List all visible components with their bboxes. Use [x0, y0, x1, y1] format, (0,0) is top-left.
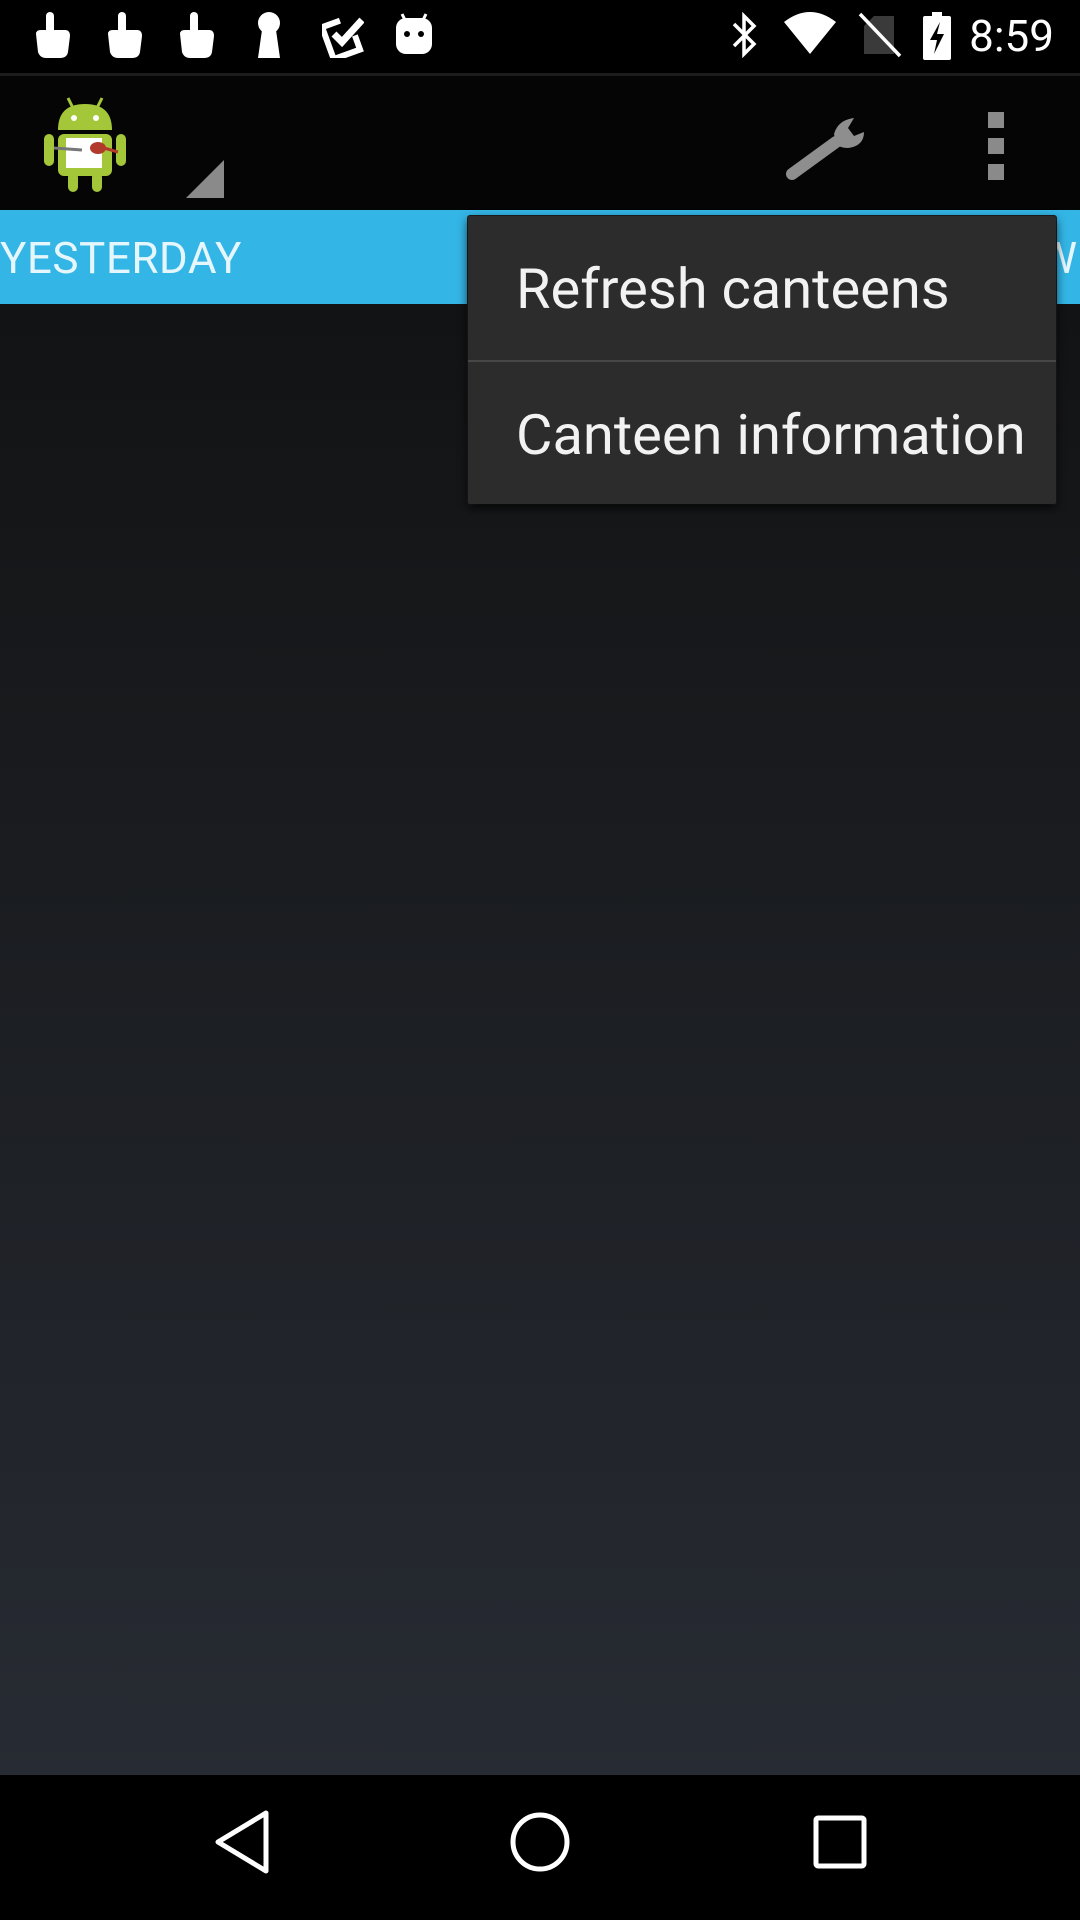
tab-next-partial[interactable]: W — [1056, 230, 1080, 286]
overflow-menu-icon[interactable] — [982, 112, 1010, 180]
bluetooth-icon — [732, 12, 757, 58]
menu-item-refresh-canteens[interactable]: Refresh canteens — [468, 216, 1056, 360]
spinner-triangle-icon[interactable] — [186, 160, 224, 198]
home-icon[interactable] — [508, 1809, 572, 1875]
wifi-icon — [784, 12, 836, 54]
action-bar — [0, 76, 1080, 210]
recents-icon[interactable] — [812, 1809, 868, 1875]
navigation-bar — [0, 1775, 1080, 1920]
checkbox-icon — [322, 17, 364, 58]
app-logo-icon[interactable] — [40, 94, 130, 194]
content-area — [0, 304, 1080, 1775]
no-sim-icon — [858, 12, 902, 58]
android-face-icon — [396, 13, 432, 54]
tab-next-partial-label: W — [1056, 232, 1078, 284]
status-bar: 8:59 — [0, 0, 1080, 73]
menu-item-label: Refresh canteens — [516, 256, 950, 322]
menu-item-canteen-information[interactable]: Canteen information — [468, 362, 1056, 506]
menu-item-label: Canteen information — [516, 402, 1026, 468]
touch-icon — [108, 12, 142, 58]
touch-icon — [36, 12, 70, 58]
touch-icon — [180, 12, 214, 58]
status-time: 8:59 — [969, 10, 1054, 62]
tab-yesterday[interactable]: YESTERDAY — [0, 230, 242, 286]
overflow-popup-menu: Refresh canteens Canteen information — [468, 216, 1056, 504]
battery-charging-icon — [923, 12, 951, 60]
keyhole-icon — [258, 12, 280, 58]
wrench-icon[interactable] — [784, 112, 870, 182]
back-icon[interactable] — [212, 1809, 272, 1875]
